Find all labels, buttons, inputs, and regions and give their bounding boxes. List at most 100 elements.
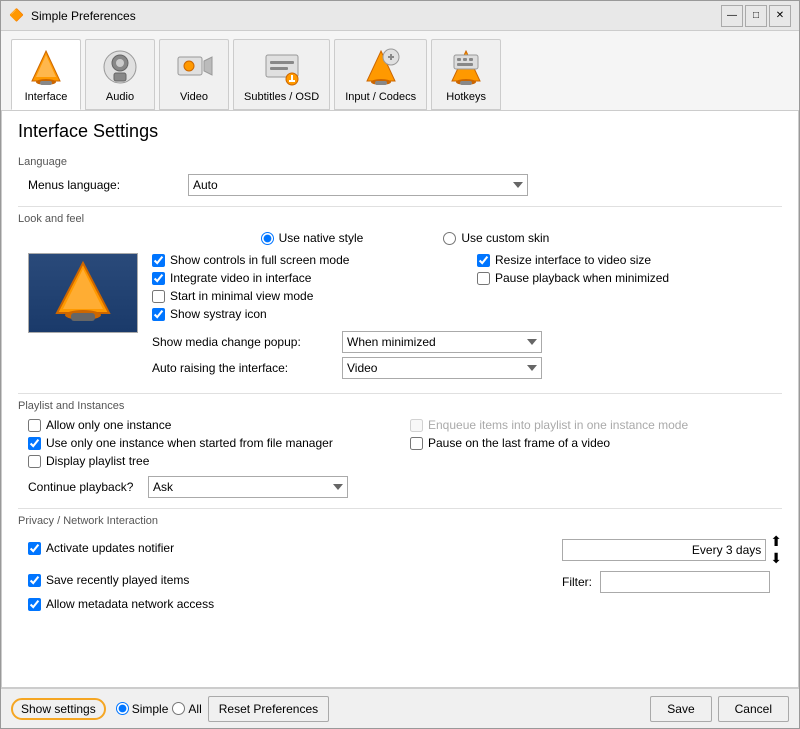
simple-label: Simple	[132, 702, 169, 716]
look-feel-content: Show controls in full screen mode Integr…	[18, 253, 782, 383]
all-option[interactable]: All	[172, 702, 201, 716]
integrate-video-checkbox[interactable]	[152, 272, 165, 285]
updates-value-area: ⬆⬇	[562, 533, 782, 567]
vlc-preview	[28, 253, 138, 333]
tab-interface[interactable]: Interface	[11, 39, 81, 110]
checkbox-full-screen: Show controls in full screen mode	[152, 253, 457, 267]
look-feel-section: Look and feel Use native style Use custo…	[18, 213, 782, 383]
checkbox-systray: Show systray icon	[152, 307, 457, 321]
continue-label: Continue playback?	[28, 480, 148, 494]
native-style-option[interactable]: Use native style	[261, 231, 364, 245]
checkbox-file-manager: Use only one instance when started from …	[28, 436, 400, 450]
language-header: Language	[18, 156, 782, 168]
menus-language-select[interactable]: Auto English French German Spanish	[188, 174, 528, 196]
privacy-left-2: Save recently played items	[28, 573, 562, 591]
custom-skin-label: Use custom skin	[461, 231, 549, 245]
file-manager-label: Use only one instance when started from …	[46, 436, 333, 450]
app-icon: 🔶	[9, 8, 25, 24]
auto-raising-select[interactable]: Video Always Never	[342, 357, 542, 379]
hotkeys-icon	[445, 46, 487, 88]
checkbox-save-recently: Save recently played items	[28, 573, 562, 587]
cancel-button[interactable]: Cancel	[718, 696, 789, 722]
divider-3	[18, 508, 782, 509]
enqueue-checkbox[interactable]	[410, 419, 423, 432]
save-button[interactable]: Save	[650, 696, 711, 722]
tab-video[interactable]: Video	[159, 39, 229, 110]
tab-hotkeys[interactable]: Hotkeys	[431, 39, 501, 110]
menus-language-row: Menus language: Auto English French Germ…	[18, 174, 782, 196]
settings-mode-group: Simple All	[116, 702, 202, 716]
style-radio-group: Use native style Use custom skin	[18, 231, 782, 245]
filter-area: Filter:	[562, 571, 782, 593]
allow-metadata-row: Allow metadata network access	[18, 597, 782, 615]
full-screen-checkbox[interactable]	[152, 254, 165, 267]
privacy-section: Privacy / Network Interaction Activate u…	[18, 515, 782, 615]
main-window: 🔶 Simple Preferences — □ ✕ Interface	[0, 0, 800, 729]
playlist-tree-checkbox[interactable]	[28, 455, 41, 468]
updates-input[interactable]	[562, 539, 766, 561]
checkbox-integrate-video: Integrate video in interface	[152, 271, 457, 285]
all-label: All	[188, 702, 201, 716]
pause-minimized-checkbox[interactable]	[477, 272, 490, 285]
file-manager-checkbox[interactable]	[28, 437, 41, 450]
one-instance-label: Allow only one instance	[46, 418, 171, 432]
tab-interface-label: Interface	[25, 91, 68, 103]
activate-updates-checkbox[interactable]	[28, 542, 41, 555]
content-scroll[interactable]: Interface Settings Language Menus langua…	[2, 111, 798, 687]
tab-hotkeys-label: Hotkeys	[446, 91, 486, 103]
filter-input[interactable]	[600, 571, 770, 593]
bottom-bar: Show settings Simple All Reset Preferenc…	[1, 688, 799, 728]
checkboxes-right: Resize interface to video size Pause pla…	[477, 253, 782, 325]
pause-minimized-label: Pause playback when minimized	[495, 271, 669, 285]
window-controls: — □ ✕	[721, 5, 791, 27]
systray-checkbox[interactable]	[152, 308, 165, 321]
continue-row: Continue playback? Ask Always Never	[18, 476, 782, 498]
simple-radio[interactable]	[116, 702, 129, 715]
show-media-select[interactable]: When minimized Always Never	[342, 331, 542, 353]
tab-input[interactable]: Input / Codecs	[334, 39, 427, 110]
native-style-label: Use native style	[279, 231, 364, 245]
allow-metadata-checkbox[interactable]	[28, 598, 41, 611]
minimize-button[interactable]: —	[721, 5, 743, 27]
continue-select[interactable]: Ask Always Never	[148, 476, 348, 498]
systray-label: Show systray icon	[170, 307, 267, 321]
reset-preferences-button[interactable]: Reset Preferences	[208, 696, 329, 722]
tab-subtitles-label: Subtitles / OSD	[244, 91, 319, 103]
custom-skin-option[interactable]: Use custom skin	[443, 231, 549, 245]
input-icon	[360, 46, 402, 88]
checkbox-one-instance: Allow only one instance	[28, 418, 400, 432]
native-style-radio[interactable]	[261, 232, 274, 245]
custom-skin-radio[interactable]	[443, 232, 456, 245]
two-col-checkboxes: Show controls in full screen mode Integr…	[152, 253, 782, 325]
all-radio[interactable]	[172, 702, 185, 715]
checkbox-pause-last: Pause on the last frame of a video	[410, 436, 782, 450]
checkboxes-left: Show controls in full screen mode Integr…	[152, 253, 457, 325]
show-media-label: Show media change popup:	[152, 335, 342, 349]
window-title: Simple Preferences	[31, 9, 721, 23]
close-button[interactable]: ✕	[769, 5, 791, 27]
enqueue-label: Enqueue items into playlist in one insta…	[428, 418, 688, 432]
simple-option[interactable]: Simple	[116, 702, 169, 716]
one-instance-checkbox[interactable]	[28, 419, 41, 432]
show-media-row: Show media change popup: When minimized …	[152, 331, 782, 353]
language-section: Language Menus language: Auto English Fr…	[18, 156, 782, 196]
minimal-view-label: Start in minimal view mode	[170, 289, 313, 303]
resize-interface-checkbox[interactable]	[477, 254, 490, 267]
checkbox-minimal-view: Start in minimal view mode	[152, 289, 457, 303]
updates-spinner[interactable]: ⬆⬇	[770, 533, 782, 567]
checkbox-pause-minimized: Pause playback when minimized	[477, 271, 782, 285]
video-icon	[173, 46, 215, 88]
playlist-tree-label: Display playlist tree	[46, 454, 149, 468]
nav-tabs: Interface Audio Video	[1, 31, 799, 111]
show-settings-button[interactable]: Show settings	[11, 698, 106, 720]
playlist-two-col: Allow only one instance Use only one ins…	[18, 418, 782, 472]
tab-audio[interactable]: Audio	[85, 39, 155, 110]
save-recently-checkbox[interactable]	[28, 574, 41, 587]
pause-last-checkbox[interactable]	[410, 437, 423, 450]
auto-raising-label: Auto raising the interface:	[152, 361, 342, 375]
minimal-view-checkbox[interactable]	[152, 290, 165, 303]
privacy-header: Privacy / Network Interaction	[18, 515, 782, 527]
tab-subtitles[interactable]: Subtitles / OSD	[233, 39, 330, 110]
tab-audio-label: Audio	[106, 91, 134, 103]
maximize-button[interactable]: □	[745, 5, 767, 27]
